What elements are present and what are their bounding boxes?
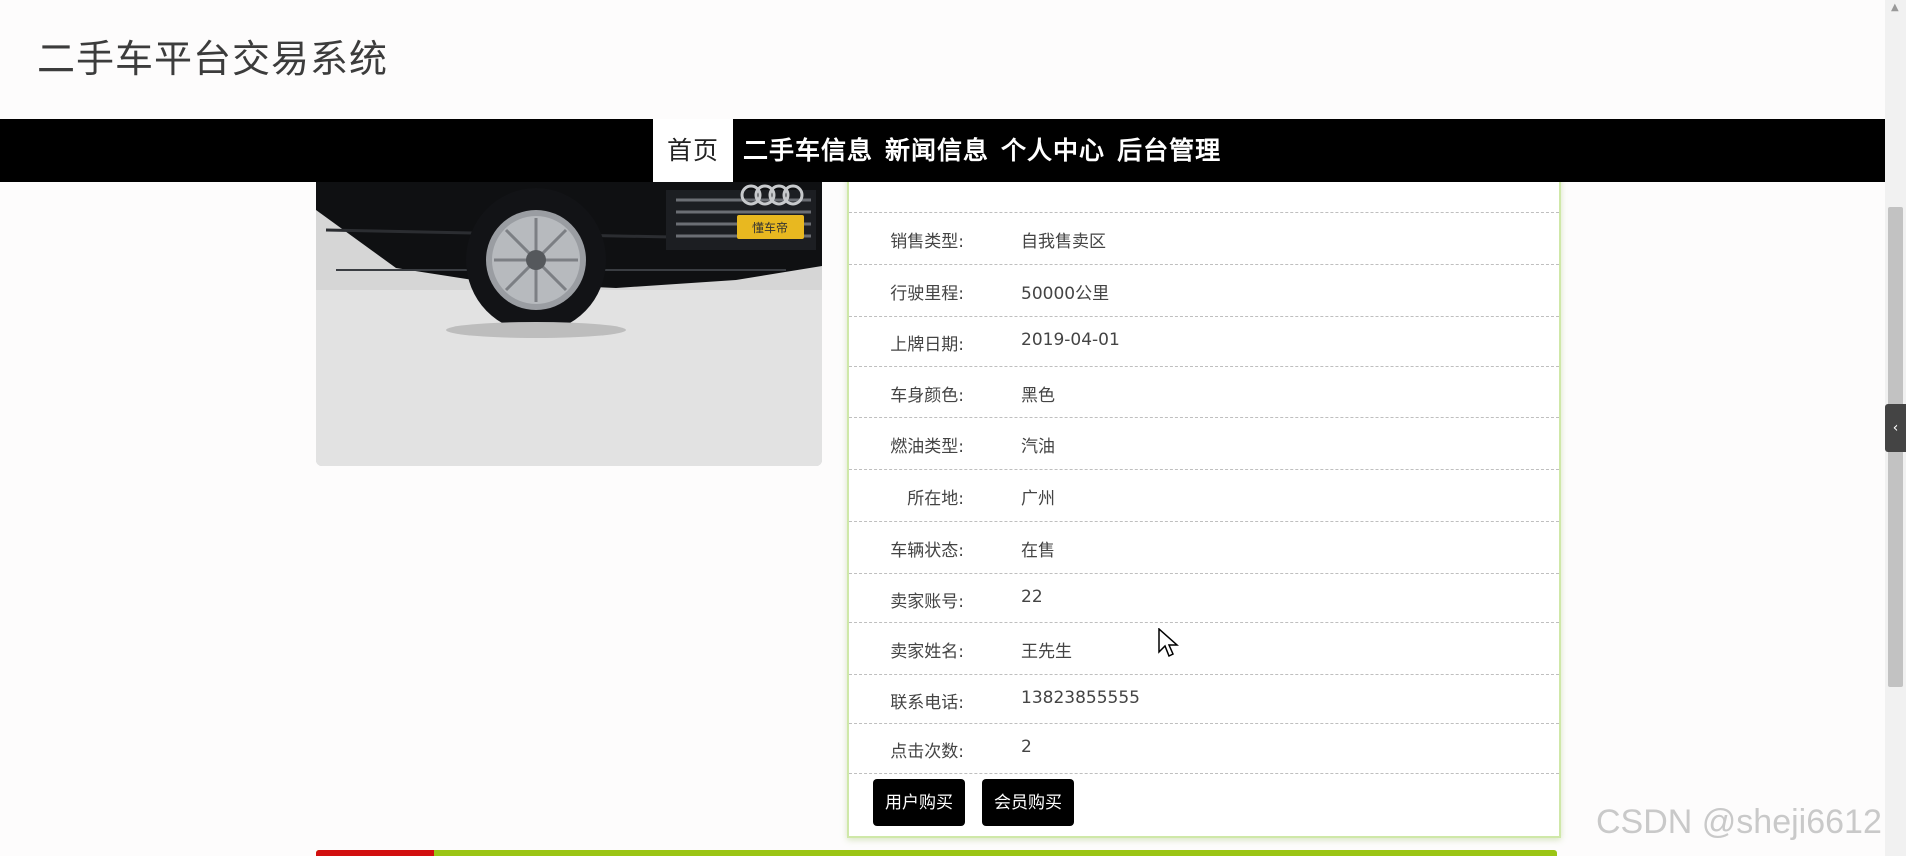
nav-item-news[interactable]: 新闻信息 — [880, 119, 994, 182]
detail-label: 点击次数: — [890, 742, 964, 762]
image-badge-text: 懂车帝 — [752, 220, 788, 235]
nav-item-personal-center[interactable]: 个人中心 — [996, 119, 1110, 182]
detail-label: 燃油类型: — [890, 437, 964, 457]
detail-label: 所在地: — [907, 489, 964, 509]
member-buy-button[interactable]: 会员购买 — [982, 779, 1074, 826]
detail-value: 汽油 — [1021, 437, 1055, 457]
detail-label: 卖家账号: — [890, 592, 964, 612]
nav-item-used-cars[interactable]: 二手车信息 — [738, 119, 878, 182]
detail-row: 联系电话: 13823855555 — [849, 674, 1559, 724]
detail-value: 13823855555 — [1021, 688, 1140, 708]
detail-row: 点击次数: 2 — [849, 723, 1559, 774]
detail-value: 广州 — [1021, 489, 1055, 509]
car-detail-panel: 会员优惠:300销售类型:自我售卖区行驶里程:50000公里上牌日期:2019-… — [847, 142, 1561, 838]
main-nav: 首页 二手车信息 新闻信息 个人中心 后台管理 — [0, 119, 1885, 182]
detail-value: 2 — [1021, 737, 1032, 757]
detail-row: 销售类型: 自我售卖区 — [849, 212, 1559, 265]
detail-value: 2019-04-01 — [1021, 330, 1120, 350]
detail-row: 车辆状态: 在售 — [849, 521, 1559, 574]
car-image: 懂车帝 — [316, 170, 822, 466]
detail-row: 所在地: 广州 — [849, 469, 1559, 522]
nav-item-home[interactable]: 首页 — [653, 119, 734, 182]
scroll-up-arrow-icon[interactable]: ▲ — [1891, 2, 1899, 13]
detail-row: 车身颜色: 黑色 — [849, 366, 1559, 418]
user-buy-button[interactable]: 用户购买 — [873, 779, 965, 826]
watermark: CSDN @sheji6612 — [1596, 803, 1882, 841]
detail-value: 22 — [1021, 587, 1043, 607]
detail-label: 卖家姓名: — [890, 642, 964, 662]
site-title: 二手车平台交易系统 — [37, 37, 389, 81]
detail-label: 行驶里程: — [890, 284, 964, 304]
detail-label: 销售类型: — [890, 232, 964, 252]
detail-label: 车身颜色: — [890, 386, 964, 406]
detail-value: 自我售卖区 — [1021, 232, 1106, 252]
detail-value: 王先生 — [1021, 642, 1072, 662]
detail-row: 上牌日期: 2019-04-01 — [849, 316, 1559, 367]
detail-value: 50000公里 — [1021, 284, 1110, 304]
nav-item-admin[interactable]: 后台管理 — [1112, 119, 1226, 182]
detail-row: 卖家账号: 22 — [849, 573, 1559, 623]
detail-label: 上牌日期: — [890, 335, 964, 355]
nav-items: 首页 二手车信息 新闻信息 个人中心 后台管理 — [653, 119, 1228, 182]
detail-value: 在售 — [1021, 541, 1055, 561]
detail-label: 联系电话: — [890, 693, 964, 713]
detail-label: 车辆状态: — [890, 541, 964, 561]
detail-row: 卖家姓名: 王先生 — [849, 622, 1559, 675]
detail-value: 黑色 — [1021, 386, 1055, 406]
side-panel-toggle-icon[interactable]: ‹ — [1885, 404, 1906, 452]
section-divider-bar — [316, 850, 1557, 856]
detail-row: 行驶里程: 50000公里 — [849, 264, 1559, 317]
mouse-cursor-icon — [1158, 628, 1179, 658]
section-divider-accent — [316, 850, 434, 856]
detail-row: 燃油类型: 汽油 — [849, 417, 1559, 470]
